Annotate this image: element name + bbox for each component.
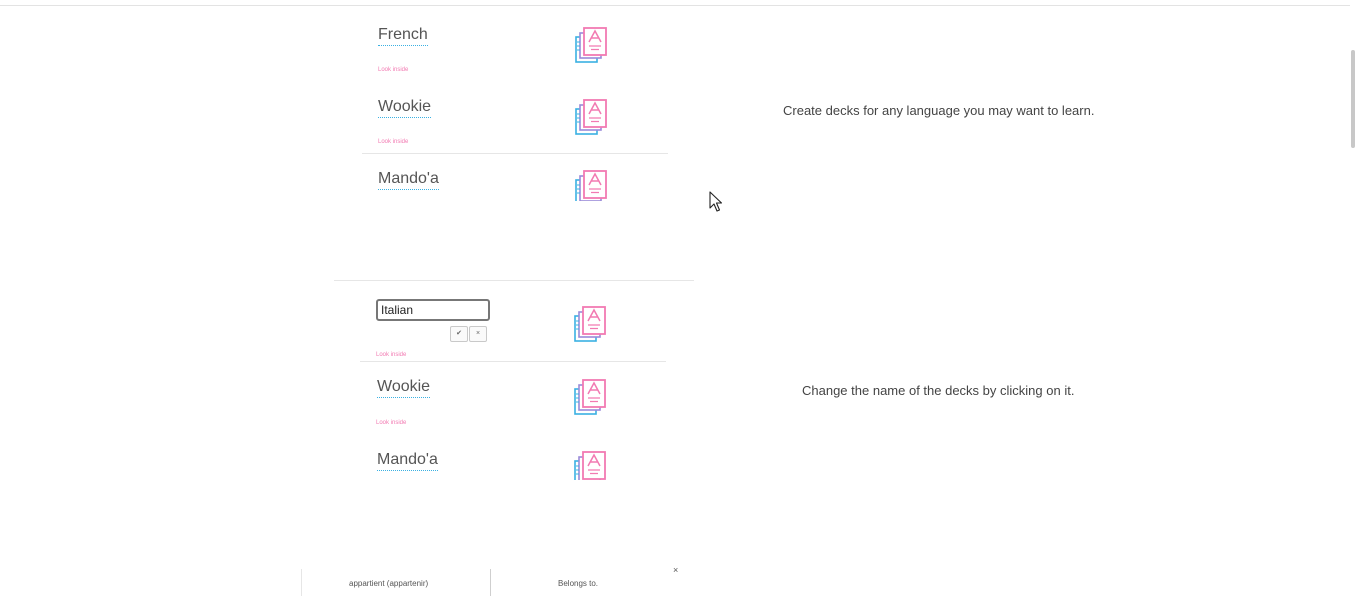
deck-icon[interactable]	[573, 305, 609, 343]
deck-name-mandoa[interactable]: Mando'a	[378, 170, 439, 190]
deck-name-french[interactable]: French	[378, 26, 428, 46]
column-divider	[490, 569, 491, 596]
deck-icon[interactable]	[574, 98, 610, 136]
word-cell: appartient (appartenir)	[349, 579, 429, 588]
deck-name-mandoa[interactable]: Mando'a	[377, 451, 438, 471]
scrollbar-thumb[interactable]	[1351, 50, 1355, 148]
scrollbar[interactable]	[1350, 0, 1356, 596]
row-divider	[360, 361, 666, 362]
close-icon[interactable]: ×	[469, 326, 487, 342]
row-divider	[362, 153, 668, 154]
deck-rename-input[interactable]: Italian	[376, 299, 490, 321]
section-divider	[334, 280, 694, 281]
top-divider	[0, 5, 1356, 6]
deck-icon-wrapper	[573, 450, 609, 480]
deck-icon-wrapper	[574, 169, 610, 201]
deck-icon[interactable]	[574, 169, 610, 201]
translation-panel: appartient (appartenir) Belongs to. ×	[301, 565, 687, 596]
deck-icon[interactable]	[574, 26, 610, 64]
look-inside-link[interactable]: Look inside	[378, 66, 408, 74]
look-inside-link[interactable]: Look inside	[376, 351, 406, 359]
close-icon[interactable]: ×	[673, 565, 678, 575]
look-inside-link[interactable]: Look inside	[378, 138, 408, 146]
check-icon[interactable]: ✔	[450, 326, 468, 342]
panel-left-edge	[301, 569, 302, 596]
deck-name-wookie[interactable]: Wookie	[377, 378, 431, 398]
deck-name-wookie[interactable]: Wookie	[378, 98, 432, 118]
mouse-cursor-icon	[709, 191, 723, 212]
definition-cell: Belongs to.	[558, 579, 599, 588]
deck-icon[interactable]	[573, 378, 609, 416]
caption-rename-decks: Change the name of the decks by clicking…	[802, 383, 1075, 398]
look-inside-link[interactable]: Look inside	[376, 419, 406, 427]
caption-create-decks: Create decks for any language you may wa…	[783, 103, 1095, 118]
deck-icon[interactable]	[573, 450, 609, 480]
